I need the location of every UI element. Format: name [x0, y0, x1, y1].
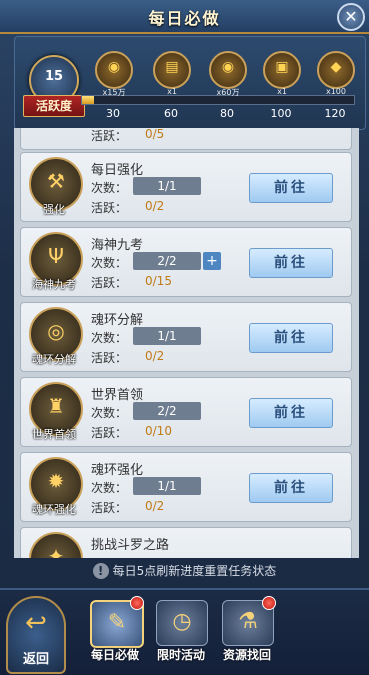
- threshold-label: 30: [106, 107, 120, 120]
- task-icon-label: 魂环强化: [32, 503, 76, 516]
- reward-chest-30[interactable]: ◉ x15万: [95, 51, 133, 97]
- close-icon[interactable]: ✕: [337, 3, 365, 31]
- count-value: 1/1: [133, 177, 201, 195]
- coin-pile-icon: ◉: [221, 59, 235, 75]
- task-icon-label: 魂环分解: [32, 353, 76, 366]
- threshold-label: 60: [164, 107, 178, 120]
- activity-label: 活跃：: [91, 426, 128, 440]
- activity-value: 15: [44, 69, 64, 84]
- back-label: 返回: [22, 652, 49, 667]
- reward-count: x15万: [102, 88, 126, 97]
- reward-chest-100[interactable]: ▣ x1: [263, 51, 301, 96]
- activity-progress-fill: [82, 96, 95, 104]
- task-card-ring-enhance: ✹ 魂环强化 魂环强化 次数： 1/1 活跃： 0/2 前往: [20, 452, 352, 522]
- activity-label: 活跃度: [23, 95, 85, 117]
- count-label: 次数：: [91, 256, 128, 270]
- threshold-label: 80: [220, 107, 234, 120]
- activity-label: 活跃：: [91, 351, 128, 365]
- info-icon: !: [92, 562, 109, 579]
- task-icon-label: 世界首领: [32, 428, 76, 441]
- activity-value: 0/2: [145, 349, 165, 363]
- notification-badge: [130, 596, 144, 610]
- activity-label: 活跃：: [91, 201, 128, 215]
- back-arrow-icon: ↩: [25, 608, 47, 638]
- task-name: 世界首领: [91, 388, 144, 403]
- go-button[interactable]: 前往: [249, 398, 333, 428]
- back-button[interactable]: ↩ 返回: [6, 596, 66, 674]
- activity-value: 0/5: [145, 128, 165, 141]
- road-icon: ✦: [29, 532, 83, 558]
- task-card-daily-enhance: ⚒ 强化 每日强化 次数： 1/1 活跃： 0/2 前往: [20, 152, 352, 222]
- activity-value: 0/15: [145, 274, 172, 288]
- tab-label: 限时活动: [156, 648, 205, 662]
- activity-label: 活跃：: [91, 129, 128, 143]
- reward-chest-80[interactable]: ◉ x60万: [209, 51, 247, 97]
- task-card-partial: 活跃： 0/5: [20, 128, 352, 150]
- task-list[interactable]: 活跃： 0/5 ⚒ 强化 每日强化 次数： 1/1 活跃： 0/2 前往 Ψ 海…: [14, 128, 359, 558]
- count-label: 次数：: [91, 181, 128, 195]
- window-header: 每日必做 ✕: [0, 0, 369, 34]
- chest-icon: ▣: [275, 59, 289, 75]
- tab-daily[interactable]: ✎ 每日必做: [84, 596, 146, 670]
- notification-badge: [262, 596, 276, 610]
- activity-label: 活跃：: [91, 501, 128, 515]
- go-button[interactable]: 前往: [249, 248, 333, 278]
- go-button[interactable]: 前往: [249, 323, 333, 353]
- count-label: 次数：: [91, 406, 128, 420]
- task-card-douluo-road: ✦ 挑战斗罗之路: [20, 527, 352, 558]
- task-card-world-boss: ♜ 世界首领 世界首领 次数： 2/2 活跃： 0/10 前往: [20, 377, 352, 447]
- count-value: 2/2: [133, 402, 201, 420]
- task-card-ring-decompose: ◎ 魂环分解 魂环分解 次数： 1/1 活跃： 0/2 前往: [20, 302, 352, 372]
- tab-limited-time[interactable]: ◷ 限时活动: [150, 600, 212, 670]
- gem-icon: ◆: [330, 59, 342, 75]
- count-label: 次数：: [91, 481, 128, 495]
- reward-count: x100: [325, 87, 346, 96]
- bottom-nav: ↩ 返回 ✎ 每日必做 ◷ 限时活动 ⚗ 资源找回: [0, 588, 369, 675]
- notice-text: 每日5点刷新进度重置任务状态: [112, 564, 277, 578]
- tab-resource-retrieve[interactable]: ⚗ 资源找回: [216, 596, 278, 670]
- clock-icon: ◷: [156, 600, 208, 646]
- reward-count: x1: [277, 87, 287, 96]
- activity-value: 0/2: [145, 499, 165, 513]
- coin-pile-icon: ◉: [107, 59, 121, 75]
- task-name: 魂环强化: [91, 463, 144, 478]
- count-label: 次数：: [91, 331, 128, 345]
- reward-count: x1: [167, 87, 177, 96]
- count-value: 1/1: [133, 327, 201, 345]
- threshold-label: 120: [324, 107, 346, 120]
- task-name: 魂环分解: [91, 313, 144, 328]
- refresh-notice: ! 每日5点刷新进度重置任务状态: [0, 562, 369, 584]
- activity-panel: 15 活跃度 ◉ x15万 ▤ x1 ◉ x60万 ▣ x1 ◆ x100 30…: [14, 36, 366, 130]
- task-icon-label: 强化: [43, 203, 65, 216]
- reward-chest-60[interactable]: ▤ x1: [153, 51, 191, 96]
- window-title: 每日必做: [148, 9, 221, 28]
- activity-value: 0/10: [145, 424, 172, 438]
- tab-label: 每日必做: [90, 648, 139, 662]
- task-name: 挑战斗罗之路: [91, 538, 170, 553]
- task-icon-label: 海神九考: [32, 278, 76, 291]
- reward-chest-120[interactable]: ◆ x100: [317, 51, 355, 96]
- task-name: 每日强化: [91, 163, 144, 178]
- task-name: 海神九考: [91, 238, 144, 253]
- count-value: 1/1: [133, 477, 201, 495]
- reward-count: x60万: [216, 88, 240, 97]
- count-value: 2/2: [133, 252, 201, 270]
- threshold-label: 100: [270, 107, 292, 120]
- activity-value: 0/2: [145, 199, 165, 213]
- activity-label: 活跃：: [91, 276, 128, 290]
- go-button[interactable]: 前往: [249, 173, 333, 203]
- tab-label: 资源找回: [222, 648, 271, 662]
- add-count-button[interactable]: +: [203, 252, 221, 270]
- task-card-sea-god: Ψ 海神九考 海神九考 次数： 2/2 + 活跃： 0/15 前往: [20, 227, 352, 297]
- daily-tasks-window: 每日必做 ✕ 15 活跃度 ◉ x15万 ▤ x1 ◉ x60万 ▣ x1 ◆ …: [0, 0, 369, 675]
- scroll-icon: ▤: [165, 59, 179, 75]
- go-button[interactable]: 前往: [249, 473, 333, 503]
